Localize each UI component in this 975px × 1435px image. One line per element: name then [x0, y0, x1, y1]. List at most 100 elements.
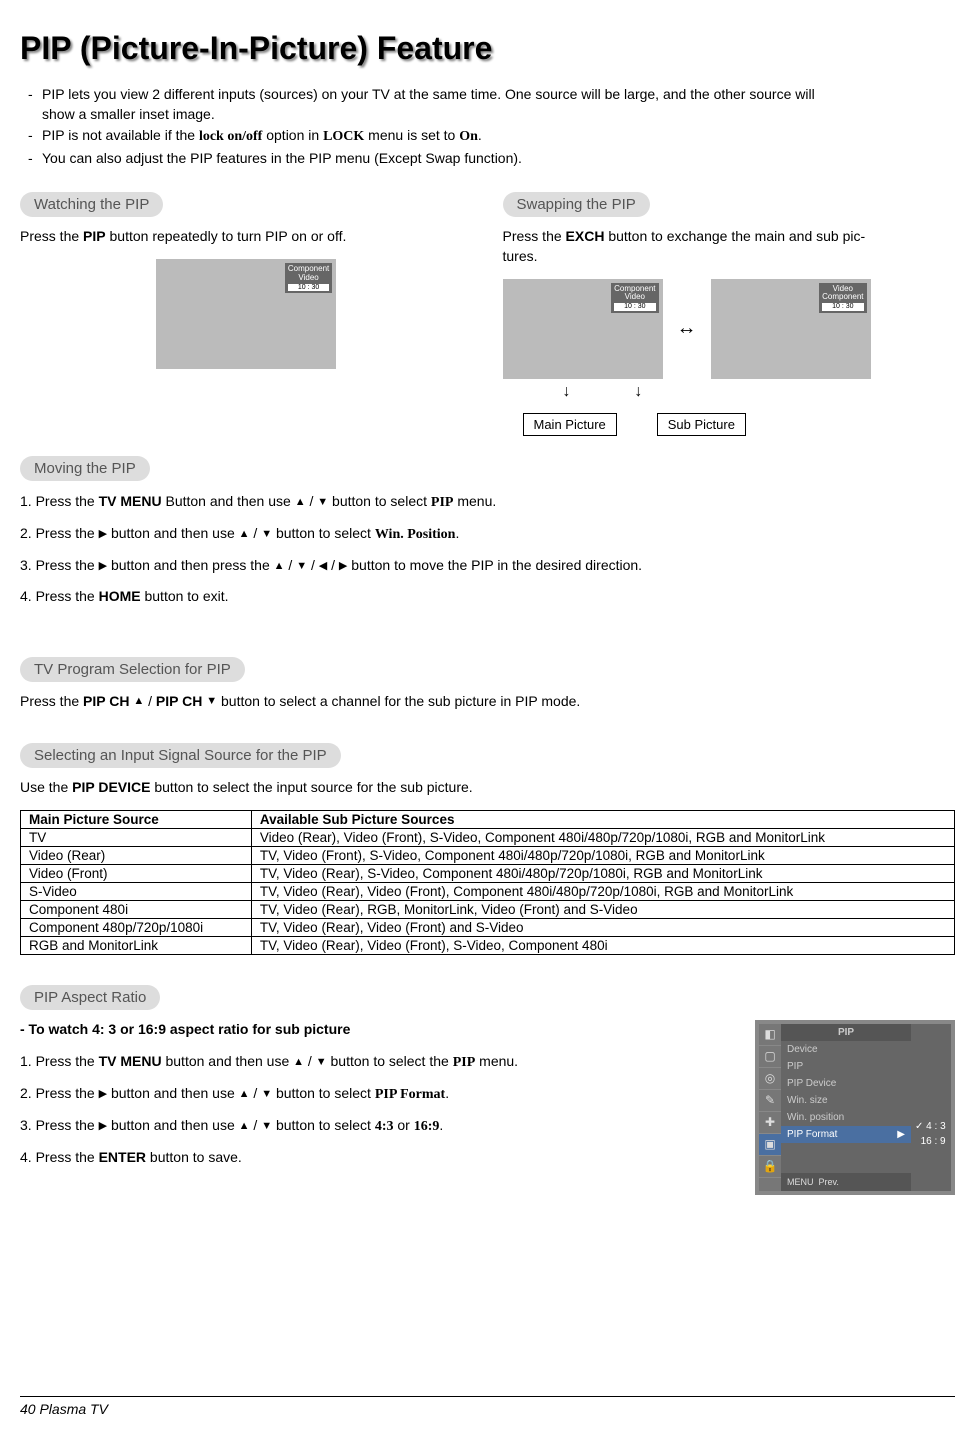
m2b: button and then use [107, 525, 239, 541]
th-sub: Available Sub Picture Sources [251, 810, 954, 828]
m4b: HOME [99, 588, 141, 604]
osd-menu: ◧ ▢ ◎ ✎ ✚ ▣ 🔒 PIP Device PIP PIP Device … [755, 1020, 955, 1195]
osd-opt1-label: 4 : 3 [926, 1121, 945, 1132]
overlay-video2: Video [614, 293, 655, 302]
overlay-time3: 10 : 30 [822, 303, 863, 311]
osd-icons: ◧ ▢ ◎ ✎ ✚ ▣ 🔒 [759, 1024, 781, 1191]
a4a: 4. Press the [20, 1149, 99, 1165]
section-selecting: Selecting an Input Signal Source for the… [20, 743, 341, 768]
intro-l2e: menu is set to [364, 127, 459, 143]
osd-item: PIP [781, 1058, 911, 1075]
osd-icon-6: ▣ [759, 1134, 781, 1156]
osd-title: PIP [781, 1024, 911, 1041]
intro-l1b: show a smaller inset image. [42, 106, 215, 122]
tvprog-text: Press the PIP CH ▲ / PIP CH ▼ button to … [20, 692, 955, 712]
a3g: . [439, 1117, 443, 1133]
sel-a: Use the [20, 779, 72, 795]
m3c: button to move the PIP in the desired di… [347, 557, 642, 573]
tv-illustration-main: Component Video 10 : 30 [503, 279, 663, 379]
m1b: TV MENU [99, 493, 162, 509]
down-icon: ▼ [261, 1118, 272, 1135]
osd-item-selected: PIP Format▶ [781, 1126, 911, 1143]
watching-c: button repeatedly to turn PIP on or off. [106, 228, 347, 244]
down-arrow-icon: ↓ [563, 383, 571, 400]
m1d: button to select [328, 493, 431, 509]
down-icon: ▼ [317, 494, 328, 511]
watching-b: PIP [83, 228, 106, 244]
section-moving: Moving the PIP [20, 456, 150, 481]
m4a: 4. Press the [20, 588, 99, 604]
moving-steps: 1. Press the TV MENU Button and then use… [20, 491, 955, 607]
sel-b: PIP DEVICE [72, 779, 150, 795]
label-main: Main Picture [523, 413, 617, 436]
intro-list: -PIP lets you view 2 different inputs (s… [28, 85, 955, 168]
right-icon: ▶ [99, 526, 107, 543]
selecting-text: Use the PIP DEVICE button to select the … [20, 778, 955, 798]
a3e: or [393, 1117, 413, 1133]
a2b: button and then use [107, 1085, 239, 1101]
table-row: Video (Front)TV, Video (Rear), S-Video, … [21, 864, 955, 882]
down-icon: ▼ [261, 526, 272, 543]
m1c: Button and then use [162, 493, 295, 509]
table-row: TVVideo (Rear), Video (Front), S-Video, … [21, 828, 955, 846]
label-sub: Sub Picture [657, 413, 746, 436]
sel-c: button to select the input source for th… [150, 779, 472, 795]
osd-footer: MENU Prev. [781, 1173, 911, 1191]
tv-overlay-sub: Video Component 10 : 30 [819, 283, 866, 313]
up-icon: ▲ [239, 1118, 250, 1135]
left-icon: ◀ [319, 558, 327, 575]
osd-icon-1: ◧ [759, 1024, 781, 1046]
down-icon: ▼ [261, 1086, 272, 1103]
swap-arrow-icon: ↔ [671, 317, 703, 340]
table-row: Video (Rear)TV, Video (Front), S-Video, … [21, 846, 955, 864]
right-icon: ▶ [99, 1086, 107, 1103]
a3f: 16:9 [414, 1119, 440, 1134]
osd-icon-2: ▢ [759, 1046, 781, 1068]
osd-item: Win. position [781, 1109, 911, 1126]
overlay-comp3: Component [822, 293, 863, 302]
a1c: button and then use [162, 1053, 294, 1069]
up-icon: ▲ [239, 526, 250, 543]
tv-illustration-watching: Component Video 10 : 30 [156, 259, 336, 369]
section-swapping: Swapping the PIP [503, 192, 650, 217]
swap-b: EXCH [566, 228, 605, 244]
intro-l3: You can also adjust the PIP features in … [42, 149, 522, 169]
section-aspect: PIP Aspect Ratio [20, 985, 160, 1010]
swapping-text: Press the EXCH button to exchange the ma… [503, 227, 956, 266]
overlay-time2: 10 : 30 [614, 303, 655, 311]
osd-icon-7: 🔒 [759, 1156, 781, 1178]
a2a: 2. Press the [20, 1085, 99, 1101]
page-title: PIP (Picture-In-Picture) Feature [20, 30, 955, 67]
watching-text: Press the PIP button repeatedly to turn … [20, 227, 473, 247]
osd-sel-label: PIP Format [787, 1129, 837, 1140]
a1b: TV MENU [99, 1053, 162, 1069]
a3c: button to select [272, 1117, 375, 1133]
osd-opt2-label: 16 : 9 [921, 1136, 946, 1147]
m2a: 2. Press the [20, 525, 99, 541]
table-row: Component 480p/720p/1080iTV, Video (Rear… [21, 918, 955, 936]
intro-l2f: On [459, 129, 478, 144]
intro-l2b: lock on/off [199, 129, 262, 144]
a2c: button to select [272, 1085, 375, 1101]
table-row: Component 480iTV, Video (Rear), RGB, Mon… [21, 900, 955, 918]
right-icon: ▶ [99, 1118, 107, 1135]
up-icon: ▲ [274, 558, 285, 575]
m1a: 1. Press the [20, 493, 99, 509]
up-icon: ▲ [239, 1086, 250, 1103]
th-main: Main Picture Source [21, 810, 252, 828]
tv-overlay: Component Video 10 : 30 [285, 263, 332, 293]
aspect-steps: 1. Press the TV MENU button and then use… [20, 1051, 725, 1168]
intro-l2d: LOCK [323, 129, 364, 144]
m2c: button to select [272, 525, 375, 541]
osd-icon-4: ✎ [759, 1090, 781, 1112]
osd-item: Win. size [781, 1092, 911, 1109]
swap-d: tures. [503, 248, 538, 264]
m1f: menu. [453, 493, 496, 509]
swap-row: Component Video 10 : 30 ↔ Video Componen… [503, 279, 956, 379]
down-icon: ▼ [206, 694, 217, 709]
right-icon: ▶ [99, 558, 107, 575]
swap-labels: Main Picture Sub Picture [523, 407, 956, 436]
up-icon: ▲ [295, 494, 306, 511]
table-row: RGB and MonitorLinkTV, Video (Rear), Vid… [21, 936, 955, 954]
watching-a: Press the [20, 228, 83, 244]
